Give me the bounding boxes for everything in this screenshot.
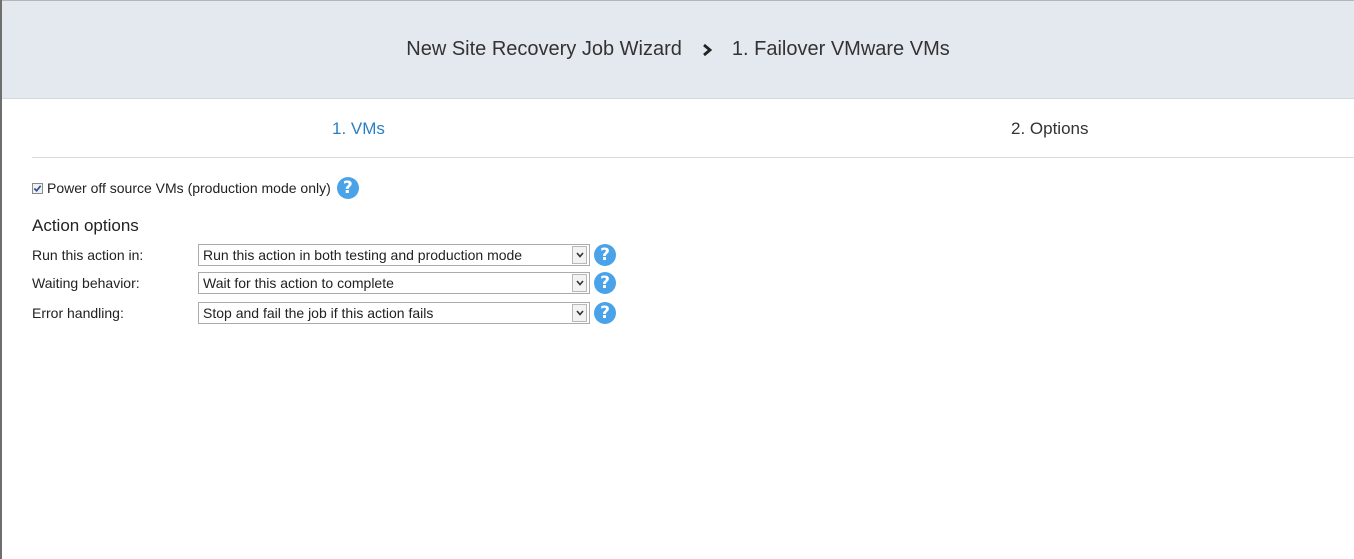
waiting-behavior-label: Waiting behavior: (32, 275, 140, 291)
run-action-in-label: Run this action in: (32, 247, 144, 263)
help-icon[interactable]: ? (594, 272, 616, 294)
chevron-down-icon[interactable] (572, 304, 587, 322)
error-handling-select[interactable]: Stop and fail the job if this action fai… (198, 302, 590, 324)
error-handling-value: Stop and fail the job if this action fai… (203, 305, 434, 321)
action-options-title: Action options (32, 216, 139, 235)
waiting-behavior-value: Wait for this action to complete (203, 275, 394, 291)
error-handling-label: Error handling: (32, 305, 124, 321)
run-action-in-select[interactable]: Run this action in both testing and prod… (198, 244, 590, 266)
power-off-checkbox[interactable] (32, 182, 43, 194)
error-handling-row: Error handling: Stop and fail the job if… (32, 301, 616, 325)
help-icon[interactable]: ? (594, 244, 616, 266)
power-off-label: Power off source VMs (production mode on… (47, 180, 331, 196)
waiting-behavior-select[interactable]: Wait for this action to complete (198, 272, 590, 294)
wizard-header: New Site Recovery Job Wizard 1. Failover… (2, 1, 1354, 99)
chevron-down-icon[interactable] (572, 274, 587, 292)
wizard-tabs: 1. VMs 2. Options (32, 99, 1354, 158)
help-icon[interactable]: ? (336, 177, 359, 199)
chevron-down-icon[interactable] (572, 246, 587, 264)
run-action-in-value: Run this action in both testing and prod… (203, 247, 523, 263)
run-action-in-row: Run this action in: Run this action in b… (32, 243, 616, 267)
chevron-right-icon (700, 43, 714, 57)
tab-vms[interactable]: 1. VMs (332, 119, 385, 139)
power-off-option: Power off source VMs (production mode on… (32, 177, 359, 199)
wizard-title: New Site Recovery Job Wizard (406, 38, 682, 60)
wizard-step-title: 1. Failover VMware VMs (731, 38, 950, 60)
waiting-behavior-row: Waiting behavior: Wait for this action t… (32, 271, 616, 295)
help-icon[interactable]: ? (594, 302, 616, 324)
tab-options[interactable]: 2. Options (1011, 119, 1089, 139)
